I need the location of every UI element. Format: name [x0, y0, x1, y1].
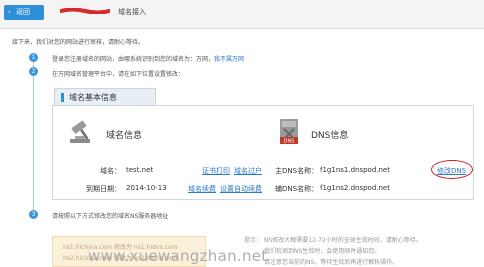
hint-label: 提示： — [244, 237, 263, 244]
redacted-scribble — [60, 8, 110, 14]
certificate-print-link[interactable]: 证书打印 — [202, 166, 230, 176]
site-watermark: www.xuewangzhan.net — [88, 247, 268, 265]
domain-value: test.net — [126, 166, 154, 174]
step-3-text: 请按照以下方式修改您的域名NS服务器地址 — [52, 213, 169, 220]
secondary-dns-value: f1g1ns2.dnspod.net — [320, 184, 390, 192]
step-3-number: 3 — [29, 210, 38, 219]
modify-dns-link[interactable]: 修改DNS — [437, 166, 466, 176]
renew-link[interactable]: 域名续费 — [188, 184, 216, 194]
step-2-number: 2 — [29, 67, 38, 76]
step-1-number: 1 — [29, 53, 38, 62]
breadcrumb: 域名接入 — [118, 8, 146, 16]
expiry-label: 到期日期： — [86, 185, 121, 193]
tab-domain-basic-info[interactable]: 域名基本信息 — [54, 88, 156, 106]
secondary-dns-label: 辅DNS名称： — [275, 185, 319, 193]
domain-transfer-link[interactable]: 域名过户 — [234, 166, 262, 176]
top-bar: ‹ 返回 域名接入 — [0, 0, 484, 29]
tab-label: 域名基本信息 — [69, 93, 117, 102]
back-button[interactable]: ‹ 返回 — [4, 5, 44, 20]
chevron-left-icon: ‹ — [8, 8, 11, 16]
hint-line-2: 我们检测到NS生效时，会使用邮件通知您。 — [264, 248, 381, 255]
domain-label: 域名： — [100, 167, 121, 175]
expiry-value: 2014-10-13 — [126, 184, 167, 192]
steps-connector — [33, 55, 34, 215]
primary-dns-value: f1g1ns1.dnspod.net — [320, 166, 390, 174]
hint-line-1: NS修改大概需要12-72小时的全球生效时间，请耐心等待。 — [264, 237, 422, 244]
dns-icon-text: DNS — [284, 139, 295, 145]
not-wanwang-link[interactable]: 我不属万网 — [214, 56, 244, 63]
gavel-icon — [70, 120, 90, 143]
tab-accent-bar — [61, 93, 64, 102]
step-1-text: 登录您注册域名的网站，由哪系统识别到您的域名为：万网，我不属万网 — [52, 54, 244, 63]
step-1-label: 登录您注册域名的网站，由哪系统识别到您的域名为：万网， — [52, 56, 215, 63]
domain-section-title: 域名信息 — [106, 131, 143, 141]
primary-dns-label: 主DNS名称： — [275, 167, 319, 175]
auto-renew-link[interactable]: 设置自动续费 — [220, 184, 262, 194]
dns-section-title: DNS信息 — [311, 131, 349, 141]
intro-text: 接下来，我们对您的网站进行审核，请耐心等待。 — [12, 39, 145, 46]
back-label: 返回 — [16, 8, 30, 16]
step-2-text: 在万网域名管理平台中，请在如下位置设置修改： — [52, 71, 185, 78]
dns-icon: DNS — [280, 119, 298, 145]
